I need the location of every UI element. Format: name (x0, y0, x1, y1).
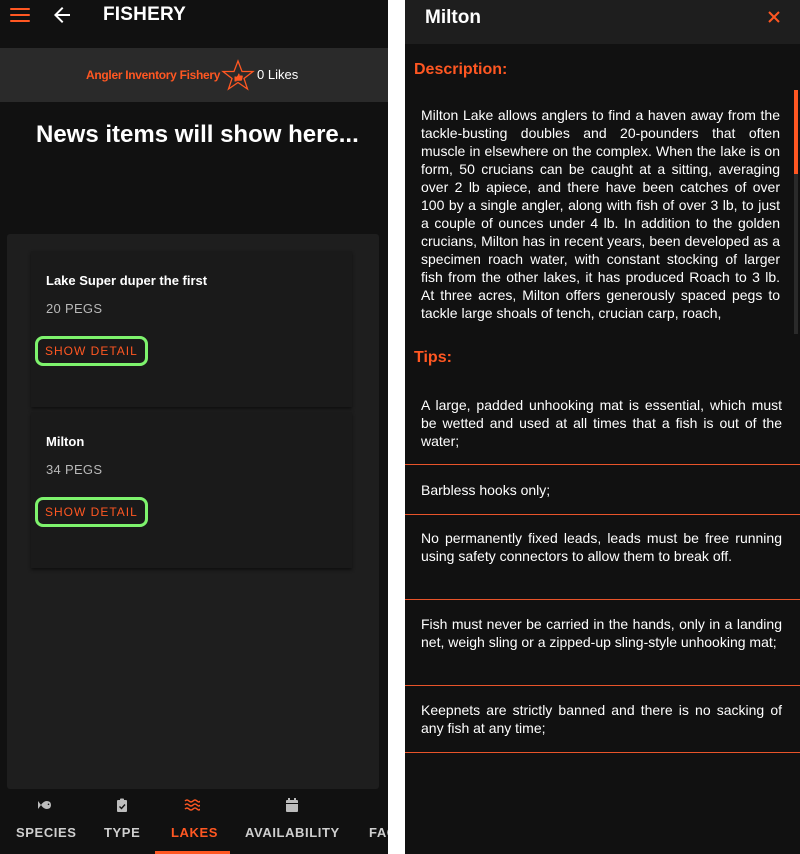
tab-label: AVAILABILITY (245, 825, 340, 840)
tip-text: A large, padded unhooking mat is essenti… (421, 397, 782, 449)
clipboard-icon (117, 798, 127, 812)
back-arrow-icon[interactable] (50, 3, 74, 27)
lake-detail-dialog: Milton Description: Milton Lake allows a… (405, 0, 800, 854)
likes-count: 0 Likes (257, 67, 299, 82)
tip-item: Keepnets are strictly banned and there i… (405, 686, 800, 753)
waves-icon (184, 799, 200, 811)
tab-type[interactable]: TYPE (92, 789, 152, 854)
tab-label: SPECIES (16, 825, 77, 840)
tab-facilities[interactable]: FAC (355, 789, 388, 854)
tab-species[interactable]: SPECIES (0, 789, 92, 854)
menu-icon[interactable] (10, 8, 30, 22)
tip-item: A large, padded unhooking mat is essenti… (405, 380, 800, 465)
app-bar: FISHERY (0, 0, 388, 32)
tip-text: Keepnets are strictly banned and there i… (421, 702, 782, 736)
description-scroll-area[interactable]: Milton Lake allows anglers to find a hav… (405, 100, 800, 336)
tip-text: Barbless hooks only; (421, 482, 551, 498)
lake-pegs: 20 PEGS (46, 301, 103, 316)
lake-item: Milton 34 PEGS SHOW DETAIL (31, 412, 352, 568)
tip-item: Fish must never be carried in the hands,… (405, 600, 800, 686)
tab-lakes[interactable]: LAKES (155, 789, 230, 854)
app-title: FISHERY (103, 4, 187, 25)
tip-text: No permanently fixed leads, leads must b… (421, 530, 782, 564)
tab-label: LAKES (171, 825, 219, 840)
calendar-icon (286, 798, 298, 812)
fishery-name: Angler Inventory Fishery (86, 68, 221, 82)
description-text: Milton Lake allows anglers to find a hav… (421, 107, 780, 321)
show-detail-button[interactable]: SHOW DETAIL (35, 336, 148, 366)
scrollbar-thumb[interactable] (794, 90, 798, 174)
fish-icon (38, 801, 51, 809)
lake-pegs: 34 PEGS (46, 462, 103, 477)
description-heading: Description: (414, 61, 508, 78)
lake-name: Milton (46, 434, 85, 449)
tips-heading: Tips: (414, 349, 452, 366)
description-scrollbar[interactable] (794, 90, 798, 334)
fishery-banner: Angler Inventory Fishery 0 Likes (0, 48, 388, 102)
fishery-screen: FISHERY Angler Inventory Fishery 0 Likes… (0, 0, 388, 854)
bottom-navigation: SPECIES TYPE LAKES AVAILABILITY FAC (0, 789, 388, 854)
tip-item: No permanently fixed leads, leads must b… (405, 515, 800, 600)
tip-text: Fish must never be carried in the hands,… (421, 616, 782, 650)
close-icon[interactable] (767, 10, 781, 24)
show-detail-button[interactable]: SHOW DETAIL (35, 497, 148, 527)
lake-name: Lake Super duper the first (46, 273, 208, 288)
tab-availability[interactable]: AVAILABILITY (230, 789, 355, 854)
news-placeholder: News items will show here... (36, 121, 359, 148)
tip-item: Barbless hooks only; (405, 465, 800, 515)
lakes-list: Lake Super duper the first 20 PEGS SHOW … (7, 234, 379, 789)
tab-label: TYPE (104, 825, 141, 840)
dialog-header: Milton (405, 0, 800, 44)
dialog-title: Milton (425, 7, 481, 28)
lake-item: Lake Super duper the first 20 PEGS SHOW … (31, 251, 352, 407)
like-star-icon[interactable] (221, 59, 255, 91)
tab-label: FAC (369, 825, 388, 840)
panel-divider (388, 0, 405, 854)
